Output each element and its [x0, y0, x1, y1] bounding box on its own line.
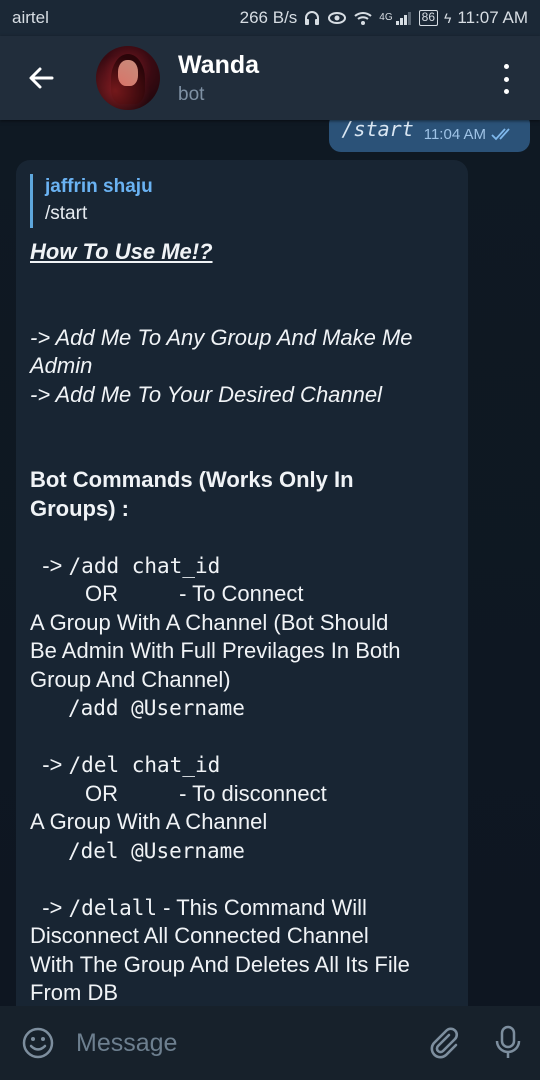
- text-fragment: OR: [30, 780, 119, 806]
- text-fragment: ->: [30, 752, 69, 777]
- reply-text: /start: [45, 203, 88, 224]
- network-type: 4G: [379, 12, 393, 23]
- message-heading: How To Use Me!?: [30, 239, 213, 264]
- message-input[interactable]: [76, 1006, 412, 1080]
- text-line: -> Add Me To Your Desired Channel: [30, 381, 383, 407]
- attach-button[interactable]: [412, 1006, 476, 1080]
- outgoing-message[interactable]: /start 11:04 AM: [329, 120, 530, 152]
- text-line: A Group With A Channel: [30, 809, 268, 834]
- dot-icon: [503, 76, 509, 82]
- clock: 11:07 AM: [457, 8, 528, 27]
- chat-header: Wanda bot: [0, 36, 540, 120]
- dot-icon: [503, 64, 509, 69]
- text-line: With The Group And Deletes All Its File: [30, 951, 410, 977]
- text-fragment: ->: [30, 552, 69, 578]
- command-add[interactable]: /add chat_id: [69, 554, 221, 578]
- text-line: Groups) :: [30, 495, 129, 521]
- text-line: Be Admin With Full Previlages In Both: [30, 638, 401, 663]
- text-line: Bot Commands (Works Only In: [30, 467, 354, 492]
- status-icons: 266 B/s 4G 86 ϟ 11:07 AM: [240, 8, 528, 28]
- incoming-message[interactable]: jaffrin shaju /start How To Use Me!? -> …: [16, 160, 468, 1006]
- text-line: -> Add Me To Any Group And Make Me: [30, 324, 413, 350]
- text-fragment: - To Connect: [118, 581, 304, 606]
- headset-icon: [305, 11, 320, 25]
- paperclip-icon: [430, 1027, 458, 1059]
- text-fragment: - This Command Will: [157, 894, 367, 920]
- outgoing-text: /start: [341, 120, 414, 141]
- text-line: A Group With A Channel (Bot Should: [30, 609, 389, 635]
- dot-icon: [503, 89, 509, 94]
- back-button[interactable]: [0, 36, 82, 120]
- text-fragment: ->: [30, 894, 69, 920]
- text-line: Group And Channel): [30, 666, 231, 692]
- message-list[interactable]: /start 11:04 AM jaffrin shaju /start How…: [0, 120, 540, 1006]
- avatar-glow: [96, 46, 160, 110]
- back-arrow-icon: [29, 67, 54, 89]
- eye-icon: [328, 12, 347, 24]
- text-line: Admin: [30, 353, 93, 378]
- command-add-username[interactable]: /add @Username: [30, 696, 245, 720]
- text-fragment: - To disconnect: [118, 780, 327, 806]
- double-check-icon: [491, 128, 510, 141]
- chat-title-block[interactable]: Wanda bot: [178, 51, 259, 106]
- battery-icon: 86: [418, 10, 438, 26]
- command-del[interactable]: /del chat_id: [69, 753, 221, 777]
- message-composer: [0, 1006, 540, 1080]
- text-line: Disconnect All Connected Channel: [30, 923, 369, 948]
- message-body: How To Use Me!? -> Add Me To Any Group A…: [30, 238, 454, 1006]
- wifi-icon: [354, 12, 372, 25]
- carrier-label: airtel: [12, 8, 49, 27]
- command-del-username[interactable]: /del @Username: [30, 839, 245, 863]
- more-options-button[interactable]: [494, 64, 518, 94]
- network-speed: 266 B/s: [239, 8, 298, 27]
- status-bar: airtel 266 B/s 4G 86 ϟ 11:07 AM: [0, 0, 540, 36]
- smiley-icon: [22, 1027, 54, 1059]
- message-meta: 11:04 AM: [424, 126, 516, 143]
- emoji-button[interactable]: [0, 1006, 76, 1080]
- chat-subtitle: bot: [178, 83, 205, 105]
- reply-author: jaffrin shaju: [45, 176, 153, 197]
- text-fragment: OR: [30, 581, 119, 606]
- command-delall[interactable]: /delall: [69, 896, 158, 920]
- reply-quote[interactable]: jaffrin shaju /start: [30, 174, 454, 228]
- avatar[interactable]: [96, 46, 160, 110]
- charging-icon: ϟ: [444, 10, 452, 26]
- signal-icon: [395, 12, 411, 25]
- microphone-icon: [495, 1025, 521, 1058]
- voice-button[interactable]: [476, 1006, 540, 1080]
- text-line: From DB: [30, 980, 118, 1005]
- message-time: 11:04 AM: [423, 125, 486, 143]
- chat-title: Wanda: [178, 50, 260, 79]
